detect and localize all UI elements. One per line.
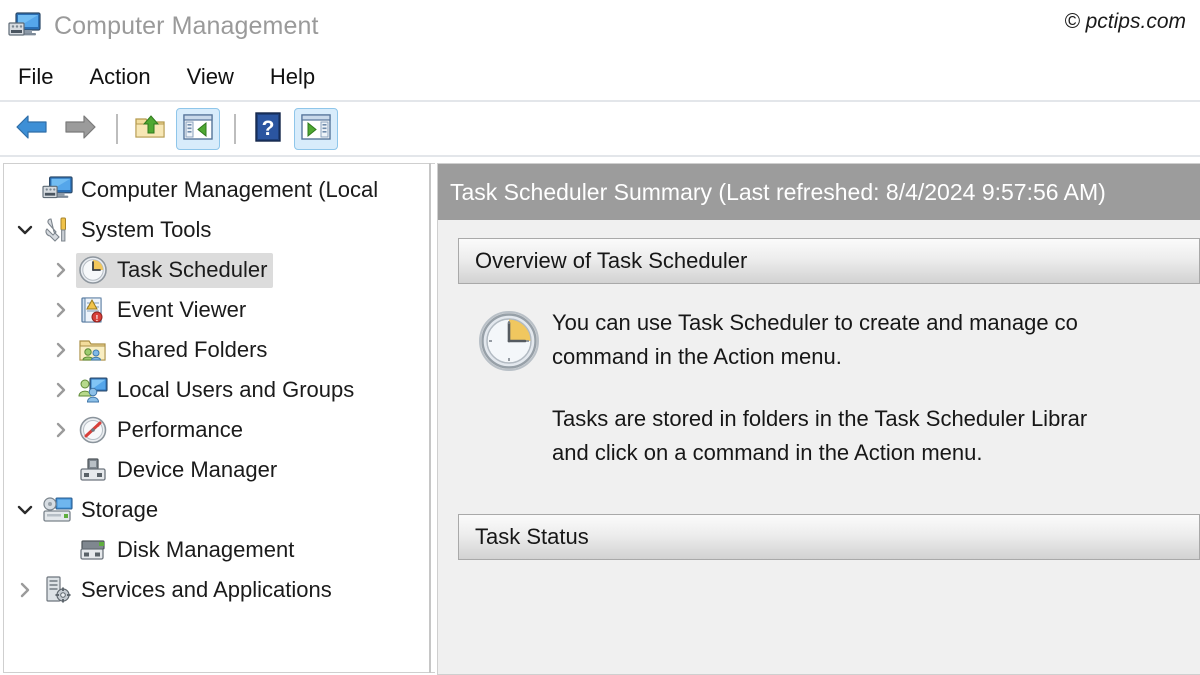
- tree-item-label: Computer Management (Local: [81, 176, 379, 202]
- tree-item-disk-management[interactable]: Disk Management: [4, 530, 427, 570]
- menu-view[interactable]: View: [187, 64, 234, 90]
- shared-folders-icon: [78, 335, 110, 365]
- tree-item-device-manager[interactable]: Device Manager: [4, 450, 427, 490]
- tree-item-computer-management[interactable]: Computer Management (Local: [4, 170, 427, 210]
- overview-paragraph-2-line-1: Tasks are stored in folders in the Task …: [552, 406, 1088, 432]
- computer-management-window: Computer Management © pctips.com File Ac…: [0, 0, 1200, 675]
- event-viewer-icon: !: [78, 295, 110, 325]
- clock-icon: [478, 306, 552, 377]
- tree-item-shared-folders[interactable]: Shared Folders: [4, 330, 427, 370]
- show-hide-action-pane-button[interactable]: [294, 108, 338, 150]
- results-pane: Task Scheduler Summary (Last refreshed: …: [437, 163, 1200, 675]
- toolbar-divider: [0, 155, 1200, 157]
- overview-section-title[interactable]: Overview of Task Scheduler: [458, 238, 1200, 284]
- task-status-section-title[interactable]: Task Status: [458, 514, 1200, 561]
- tree-item-services-and-applications[interactable]: Services and Applications: [4, 570, 427, 610]
- tree-item-label: Storage: [81, 496, 159, 522]
- tree-item-task-scheduler[interactable]: Task Scheduler: [4, 250, 427, 290]
- tree-item-label: Disk Management: [117, 536, 295, 562]
- computer-management-icon: [42, 175, 74, 205]
- computer-management-icon: [8, 11, 42, 43]
- overview-text: You can use Task Scheduler to create and…: [552, 306, 1087, 470]
- pane-splitter[interactable]: [429, 163, 431, 673]
- tree-item-label: Local Users and Groups: [117, 376, 355, 402]
- tree-item-label: Event Viewer: [117, 296, 247, 322]
- overview-section-body: You can use Task Scheduler to create and…: [458, 284, 1200, 471]
- console-tree-icon: [183, 113, 213, 145]
- help-button[interactable]: ?: [246, 108, 290, 150]
- show-hide-console-tree-button[interactable]: [176, 108, 220, 150]
- toolbar-separator-2: [234, 114, 236, 144]
- disk-management-icon: [78, 535, 110, 565]
- chevron-down-icon[interactable]: [10, 501, 40, 519]
- overview-paragraph-1-line-1: You can use Task Scheduler to create and…: [552, 310, 1078, 335]
- performance-icon: [78, 415, 110, 445]
- tree-item-label: Shared Folders: [117, 336, 268, 362]
- clock-icon: [78, 255, 110, 285]
- tree-item-label: Task Scheduler: [117, 256, 268, 282]
- task-status-section-body: [458, 560, 1200, 607]
- overview-section: Overview of Task Scheduler You can use T…: [458, 238, 1200, 471]
- watermark: © pctips.com: [1064, 10, 1186, 33]
- toolbar-separator-1: [116, 114, 118, 144]
- console-tree-pane: Computer Management (Local System Tools …: [3, 163, 427, 673]
- chevron-right-icon[interactable]: [46, 381, 76, 399]
- console-tree: Computer Management (Local System Tools …: [4, 164, 427, 610]
- tree-item-label: Performance: [117, 416, 243, 442]
- services-applications-icon: [42, 575, 74, 605]
- tree-item-label: Device Manager: [117, 456, 278, 482]
- back-button[interactable]: [10, 108, 54, 150]
- tree-item-local-users-and-groups[interactable]: Local Users and Groups: [4, 370, 427, 410]
- results-pane-header: Task Scheduler Summary (Last refreshed: …: [438, 164, 1200, 220]
- chevron-right-icon[interactable]: [10, 581, 40, 599]
- overview-paragraph-1-line-2: command in the Action menu.: [552, 344, 842, 370]
- tree-item-label: System Tools: [81, 216, 212, 242]
- tree-item-performance[interactable]: Performance: [4, 410, 427, 450]
- question-mark-icon: ?: [254, 111, 282, 147]
- chevron-down-icon[interactable]: [10, 221, 40, 239]
- forward-button[interactable]: [58, 108, 102, 150]
- chevron-right-icon[interactable]: [46, 421, 76, 439]
- menu-bar: File Action View Help: [0, 53, 1200, 101]
- title-bar: Computer Management © pctips.com: [0, 0, 1200, 53]
- tree-item-storage[interactable]: Storage: [4, 490, 427, 530]
- tree-item-system-tools[interactable]: System Tools: [4, 210, 427, 250]
- svg-text:?: ?: [262, 117, 275, 140]
- toolbar: ?: [0, 102, 1200, 156]
- device-manager-icon: [78, 455, 110, 485]
- menu-action[interactable]: Action: [89, 64, 150, 90]
- system-tools-icon: [42, 215, 74, 245]
- chevron-right-icon[interactable]: [46, 301, 76, 319]
- up-one-level-button[interactable]: [128, 108, 172, 150]
- tree-item-event-viewer[interactable]: ! Event Viewer: [4, 290, 427, 330]
- svg-text:!: !: [96, 314, 99, 323]
- folder-up-icon: [134, 113, 166, 146]
- results-pane-body: Overview of Task Scheduler You can use T…: [438, 220, 1200, 607]
- menu-help[interactable]: Help: [270, 64, 315, 90]
- local-users-icon: [78, 375, 110, 405]
- window-title: Computer Management: [54, 12, 319, 40]
- storage-icon: [42, 495, 74, 525]
- chevron-right-icon[interactable]: [46, 341, 76, 359]
- back-arrow-icon: [15, 113, 49, 146]
- tree-item-label: Services and Applications: [81, 576, 332, 602]
- menu-file[interactable]: File: [18, 64, 53, 90]
- forward-arrow-icon: [63, 113, 97, 146]
- task-status-section: Task Status: [458, 514, 1200, 607]
- overview-paragraph-2-line-2: and click on a command in the Action men…: [552, 440, 983, 466]
- action-pane-icon: [301, 113, 331, 145]
- chevron-right-icon[interactable]: [46, 261, 76, 279]
